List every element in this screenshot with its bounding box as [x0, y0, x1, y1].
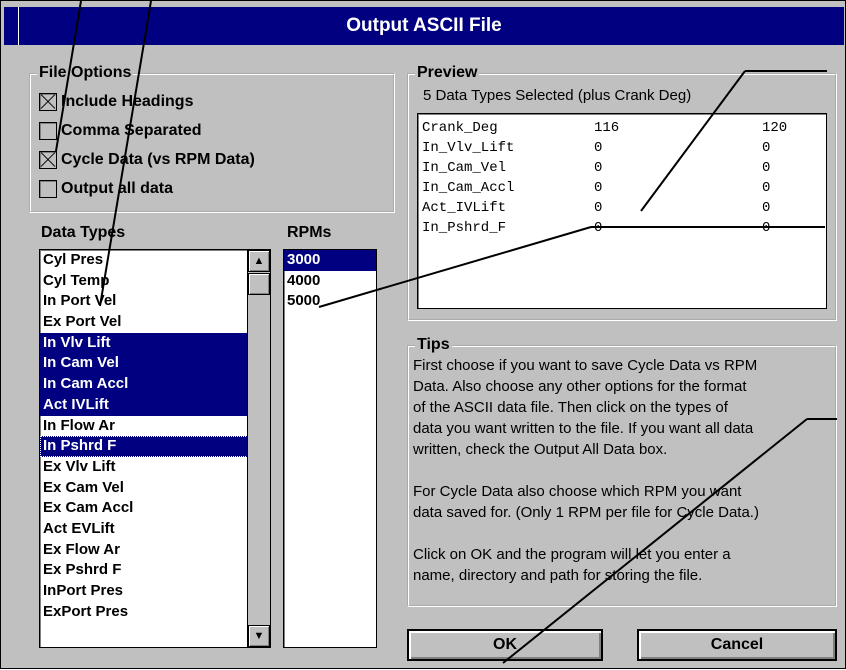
preview-cell: In_Cam_Accl	[422, 180, 515, 196]
rpms-label: RPMs	[287, 224, 332, 241]
system-menu-icon[interactable]	[4, 7, 19, 45]
checkbox-empty-icon	[39, 180, 57, 198]
data-type-item[interactable]: Ex Cam Vel	[40, 478, 248, 499]
data-types-items: Cyl Pres Cyl Temp In Port Vel Ex Port Vel In…	[40, 250, 248, 622]
file-options-label: File Options	[37, 64, 134, 82]
tips-label: Tips	[415, 336, 452, 354]
checkbox-empty-icon	[39, 122, 57, 140]
preview-cell: 0	[594, 220, 603, 236]
preview-cell: 0	[762, 160, 771, 176]
preview-row: In_Cam_Accl 0 0	[422, 178, 822, 198]
tips-line: First choose if you want to save Cycle D…	[413, 357, 758, 374]
data-type-item[interactable]: Act EVLift	[40, 519, 248, 540]
checkbox-checked-icon	[39, 151, 57, 169]
data-type-item[interactable]: Ex Vlv Lift	[40, 457, 248, 478]
preview-cell: Act_IVLift	[422, 200, 507, 216]
data-type-item[interactable]: Ex Pshrd F	[40, 560, 248, 581]
checkbox-checked-icon	[39, 93, 57, 111]
data-type-item[interactable]: In Cam Accl	[40, 374, 248, 395]
data-type-item[interactable]: Act IVLift	[40, 394, 248, 416]
comma-separated-checkbox[interactable]: Comma Separated	[39, 122, 202, 140]
preview-row: In_Pshrd_F 0 0	[422, 218, 822, 238]
preview-cell: 0	[594, 200, 603, 216]
tips-text: First choose if you want to save Cycle D…	[413, 355, 833, 586]
rpms-items: 3000 4000 5000	[284, 250, 376, 312]
preview-cell: 0	[594, 180, 603, 196]
data-type-item[interactable]: InPort Pres	[40, 581, 248, 602]
data-type-item[interactable]: In Vlv Lift	[40, 332, 248, 354]
preview-cell: In_Cam_Vel	[422, 160, 507, 176]
include-headings-checkbox[interactable]: Include Headings	[39, 93, 193, 111]
preview-cell: 0	[762, 200, 771, 216]
preview-summary: 5 Data Types Selected (plus Crank Deg)	[423, 87, 692, 104]
preview-row: Crank_Deg 116 120	[422, 118, 822, 138]
preview-cell: 120	[762, 120, 788, 136]
data-type-item[interactable]: In Port Vel	[40, 291, 248, 312]
tips-line: data you want written to the file. If yo…	[413, 420, 754, 437]
rpm-item[interactable]: 4000	[284, 271, 376, 292]
preview-label: Preview	[415, 64, 480, 82]
tips-line: of the ASCII data file. Then click on th…	[413, 399, 728, 416]
cancel-button[interactable]: Cancel	[637, 629, 837, 661]
data-type-item[interactable]: In Cam Vel	[40, 353, 248, 375]
tips-line: data saved for. (Only 1 RPM per file for…	[413, 504, 759, 521]
tips-line: written, check the Output All Data box.	[413, 441, 668, 458]
arrow-down-icon: ▼	[253, 630, 265, 642]
data-types-listbox[interactable]: Cyl Pres Cyl Temp In Port Vel Ex Port Vel In…	[39, 249, 271, 648]
data-type-item[interactable]: In Flow Ar	[40, 416, 248, 437]
data-type-item[interactable]: Ex Cam Accl	[40, 498, 248, 519]
cycle-data-checkbox[interactable]: Cycle Data (vs RPM Data)	[39, 151, 255, 169]
preview-row: In_Vlv_Lift 0 0	[422, 138, 822, 158]
ok-button[interactable]: OK	[407, 629, 603, 661]
preview-table: Crank_Deg 116 120 In_Vlv_Lift 0 0 In_Cam_Vel 0 0…	[417, 113, 827, 309]
rpms-listbox[interactable]: 3000 4000 5000	[283, 249, 377, 648]
scroll-thumb[interactable]	[248, 273, 270, 295]
tips-line: For Cycle Data also choose which RPM you…	[413, 483, 742, 500]
output-all-data-checkbox[interactable]: Output all data	[39, 180, 173, 198]
data-types-scrollbar[interactable]: ▲ ▼	[247, 250, 270, 647]
data-type-item[interactable]: Cyl Pres	[40, 250, 248, 271]
preview-row: In_Cam_Vel 0 0	[422, 158, 822, 178]
preview-cell: 0	[594, 140, 603, 156]
output-ascii-dialog: Output ASCII File File Options Include H…	[0, 0, 846, 669]
preview-cell: In_Vlv_Lift	[422, 140, 515, 156]
scroll-up-button[interactable]: ▲	[248, 250, 270, 272]
data-type-item[interactable]: In Pshrd F	[40, 436, 248, 457]
title-bar: Output ASCII File	[4, 7, 844, 45]
scroll-down-button[interactable]: ▼	[248, 625, 270, 647]
preview-row: Act_IVLift 0 0	[422, 198, 822, 218]
window-title: Output ASCII File	[346, 15, 502, 36]
rpm-item[interactable]: 3000	[284, 250, 376, 271]
tips-line: name, directory and path for storing the…	[413, 567, 703, 584]
tips-line	[413, 523, 833, 544]
data-type-item[interactable]: ExPort Pres	[40, 602, 248, 623]
data-type-item[interactable]: Ex Flow Ar	[40, 540, 248, 561]
preview-cell: 0	[762, 180, 771, 196]
preview-cell: 116	[594, 120, 620, 136]
tips-line	[413, 460, 833, 481]
preview-cell: 0	[762, 140, 771, 156]
arrow-up-icon: ▲	[253, 255, 265, 267]
preview-cell: In_Pshrd_F	[422, 220, 507, 236]
tips-line: Data. Also choose any other options for …	[413, 378, 747, 395]
data-type-item[interactable]: Ex Port Vel	[40, 312, 248, 333]
tips-line: Click on OK and the program will let you…	[413, 546, 731, 563]
preview-cell: 0	[594, 160, 603, 176]
preview-cell: 0	[762, 220, 771, 236]
rpm-item[interactable]: 5000	[284, 291, 376, 312]
data-type-item[interactable]: Cyl Temp	[40, 271, 248, 292]
preview-cell: Crank_Deg	[422, 120, 498, 136]
data-types-label: Data Types	[41, 224, 126, 241]
